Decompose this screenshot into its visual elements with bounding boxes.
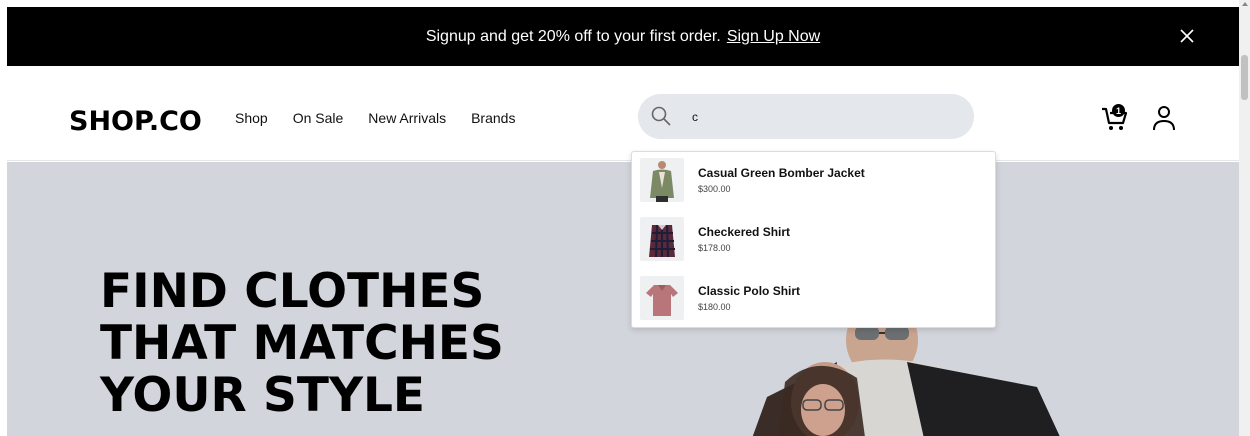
logo[interactable]: SHOP.CO xyxy=(69,106,202,137)
search-icon xyxy=(650,105,672,127)
site-header: SHOP.CO Shop On Sale New Arrivals Brands… xyxy=(7,66,1239,161)
main-nav: Shop On Sale New Arrivals Brands xyxy=(235,110,515,126)
suggestion-name: Classic Polo Shirt xyxy=(698,284,801,298)
account-button[interactable] xyxy=(1151,104,1177,132)
promo-banner: Signup and get 20% off to your first ord… xyxy=(7,7,1239,66)
suggestion-price: $180.00 xyxy=(698,302,731,312)
suggestion-name: Checkered Shirt xyxy=(698,225,791,239)
product-thumbnail xyxy=(640,217,684,261)
page: Signup and get 20% off to your first ord… xyxy=(7,7,1239,436)
search-input[interactable] xyxy=(692,94,962,139)
product-thumbnail xyxy=(640,276,684,320)
search-bar[interactable] xyxy=(638,94,974,139)
nav-item-new-arrivals[interactable]: New Arrivals xyxy=(368,110,446,126)
scrollbar[interactable] xyxy=(1239,0,1250,436)
user-icon xyxy=(1151,106,1177,136)
suggestion-name: Casual Green Bomber Jacket xyxy=(698,166,865,180)
nav-item-on-sale[interactable]: On Sale xyxy=(293,110,344,126)
hero-title-line: THAT MATCHES xyxy=(100,316,504,371)
scrollbar-thumb[interactable] xyxy=(1241,55,1248,100)
cart-icon xyxy=(1100,107,1130,137)
search-suggestions: Casual Green Bomber Jacket $300.00 Check… xyxy=(631,151,996,328)
cart-count-badge: 1 xyxy=(1112,104,1125,117)
suggestion-item[interactable]: Classic Polo Shirt $180.00 xyxy=(632,270,995,328)
nav-item-brands[interactable]: Brands xyxy=(471,110,515,126)
nav-item-shop[interactable]: Shop xyxy=(235,110,268,126)
suggestion-price: $178.00 xyxy=(698,243,731,253)
suggestion-item[interactable]: Checkered Shirt $178.00 xyxy=(632,211,995,269)
hero-title-line: FIND CLOTHES xyxy=(100,264,485,319)
sign-up-link[interactable]: Sign Up Now xyxy=(727,28,820,46)
suggestion-price: $300.00 xyxy=(698,184,731,194)
product-thumbnail xyxy=(640,158,684,202)
cart-button[interactable]: 1 xyxy=(1100,103,1130,133)
promo-text: Signup and get 20% off to your first ord… xyxy=(425,27,721,45)
hero-title: FIND CLOTHES THAT MATCHES YOUR STYLE xyxy=(100,266,504,422)
hero-section: FIND CLOTHES THAT MATCHES YOUR STYLE xyxy=(7,162,1239,436)
close-icon[interactable] xyxy=(1175,24,1199,48)
scroll-up-arrow-icon[interactable] xyxy=(1242,2,1248,6)
hero-title-line: YOUR STYLE xyxy=(100,368,426,423)
suggestion-item[interactable]: Casual Green Bomber Jacket $300.00 xyxy=(632,152,995,210)
